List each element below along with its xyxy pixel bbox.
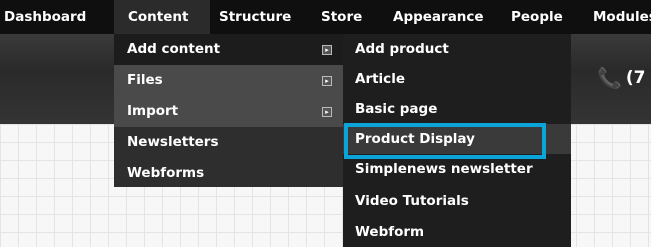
menu-item-label: Files	[127, 72, 163, 88]
content-dropdown-menu: Add content ▸ Files ▸ Import ▸ Newslette…	[114, 34, 343, 187]
admin-toolbar: Dashboard Content Structure Store Appear…	[0, 0, 651, 34]
nav-appearance[interactable]: Appearance	[393, 0, 484, 34]
nav-content[interactable]: Content	[114, 0, 210, 34]
nav-modules[interactable]: Modules	[593, 0, 651, 34]
menu-item-label: Basic page	[355, 101, 438, 117]
annotation-highlight-box	[344, 123, 546, 159]
submenu-arrow-icon: ▸	[322, 76, 332, 86]
menu-item-newsletters[interactable]: Newsletters	[114, 127, 343, 158]
submenu-arrow-icon: ▸	[322, 107, 332, 117]
menu-item-add-content[interactable]: Add content ▸	[114, 34, 343, 65]
menu-item-label: Add content	[127, 41, 221, 57]
phone-icon: 📞	[597, 66, 622, 90]
nav-store[interactable]: Store	[321, 0, 362, 34]
menu-item-label: Video Tutorials	[355, 193, 469, 209]
phone-number: (7	[625, 68, 646, 88]
submenu-item-video-tutorials[interactable]: Video Tutorials	[343, 186, 571, 216]
menu-item-label: Article	[355, 71, 405, 87]
menu-item-files[interactable]: Files ▸	[114, 65, 343, 96]
submenu-item-webform[interactable]: Webform	[343, 217, 571, 247]
menu-item-label: Newsletters	[127, 134, 219, 150]
menu-item-label: Add product	[355, 41, 449, 57]
menu-item-label: Webforms	[127, 165, 205, 181]
menu-item-webforms[interactable]: Webforms	[114, 158, 343, 189]
nav-people[interactable]: People	[511, 0, 563, 34]
submenu-item-article[interactable]: Article	[343, 64, 571, 94]
menu-item-label: Import	[127, 103, 179, 119]
submenu-item-basic-page[interactable]: Basic page	[343, 94, 571, 124]
submenu-item-add-product[interactable]: Add product	[343, 34, 571, 64]
submenu-arrow-icon: ▸	[322, 45, 332, 55]
phone-contact: 📞 (7	[597, 66, 646, 90]
menu-item-import[interactable]: Import ▸	[114, 96, 343, 127]
menu-item-label: Webform	[355, 224, 425, 240]
nav-dashboard[interactable]: Dashboard	[4, 0, 86, 34]
nav-structure[interactable]: Structure	[219, 0, 291, 34]
